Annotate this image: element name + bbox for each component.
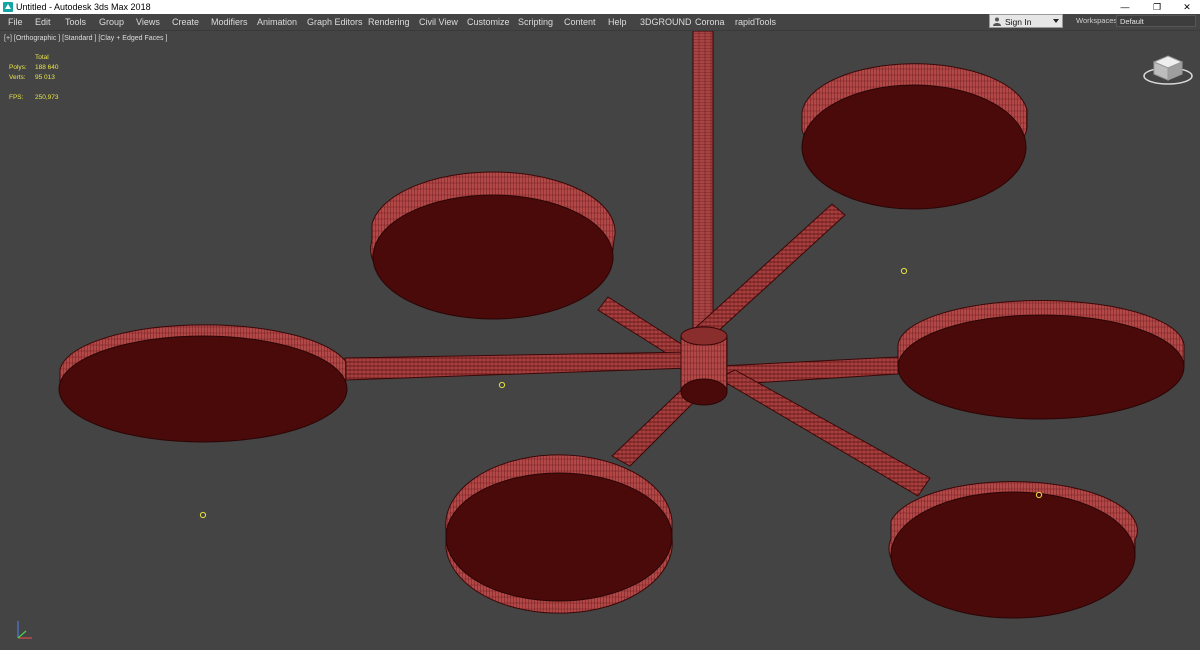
menu-file[interactable]: File bbox=[8, 16, 23, 28]
sign-in-dropdown[interactable]: Sign In bbox=[989, 14, 1063, 28]
menu-views[interactable]: Views bbox=[136, 16, 160, 28]
maximize-button[interactable]: ❐ bbox=[1142, 0, 1172, 14]
menu-tools[interactable]: Tools bbox=[65, 16, 86, 28]
viewport-label[interactable]: [+] [Orthographic ] [Standard ] [Clay + … bbox=[4, 34, 167, 43]
verts-value: 95 013 bbox=[35, 74, 55, 81]
fps-label: FPS: bbox=[9, 94, 24, 101]
user-icon bbox=[993, 17, 1001, 26]
workspaces-select[interactable]: Default bbox=[1116, 15, 1196, 27]
arm-top-right[interactable] bbox=[692, 203, 846, 344]
dish-right[interactable] bbox=[897, 300, 1185, 420]
menu-edit[interactable]: Edit bbox=[35, 16, 51, 28]
dish-bottom-right[interactable] bbox=[888, 481, 1138, 619]
arm-left[interactable] bbox=[344, 351, 691, 381]
workspaces-label: Workspaces: bbox=[1076, 16, 1120, 25]
menu-modifiers[interactable]: Modifiers bbox=[211, 16, 248, 28]
polys-value: 188 640 bbox=[35, 64, 59, 71]
window-title: Untitled - Autodesk 3ds Max 2018 bbox=[16, 2, 151, 12]
menu-rendering[interactable]: Rendering bbox=[368, 16, 410, 28]
menu-graph-editors[interactable]: Graph Editors bbox=[307, 16, 363, 28]
polys-label: Polys: bbox=[9, 64, 27, 71]
menu-content[interactable]: Content bbox=[564, 16, 596, 28]
dish-top-right[interactable] bbox=[801, 63, 1028, 210]
workspaces-value: Default bbox=[1120, 17, 1144, 26]
menu-animation[interactable]: Animation bbox=[257, 16, 297, 28]
hub[interactable] bbox=[680, 326, 728, 406]
verts-label: Verts: bbox=[9, 74, 26, 81]
axis-tripod-icon bbox=[17, 621, 32, 639]
arm-bottom-right[interactable] bbox=[716, 369, 931, 497]
menu-customize[interactable]: Customize bbox=[467, 16, 510, 28]
sign-in-label: Sign In bbox=[1005, 17, 1032, 27]
menu-help[interactable]: Help bbox=[608, 16, 627, 28]
menu-group[interactable]: Group bbox=[99, 16, 124, 28]
dish-top-left[interactable] bbox=[370, 171, 616, 320]
menu-create[interactable]: Create bbox=[172, 16, 199, 28]
central-rod[interactable] bbox=[692, 31, 714, 336]
3ds-max-logo-icon bbox=[3, 2, 13, 12]
close-button[interactable]: ✕ bbox=[1172, 0, 1200, 14]
menu-rapidtools[interactable]: rapidTools bbox=[735, 16, 776, 28]
menu-scripting[interactable]: Scripting bbox=[518, 16, 553, 28]
minimize-button[interactable]: — bbox=[1110, 0, 1140, 14]
fps-value: 250,973 bbox=[35, 94, 59, 101]
title-bar: Untitled - Autodesk 3ds Max 2018 — ❐ ✕ bbox=[0, 0, 1200, 14]
menu-corona[interactable]: Corona bbox=[695, 16, 725, 28]
perspective-viewport[interactable] bbox=[0, 31, 1200, 650]
light-helper[interactable] bbox=[199, 511, 207, 519]
light-helper[interactable] bbox=[498, 381, 506, 389]
menu-3dground[interactable]: 3DGROUND bbox=[640, 16, 692, 28]
dish-bottom-left[interactable] bbox=[445, 454, 673, 614]
viewcube-icon[interactable] bbox=[1142, 52, 1194, 86]
light-helper[interactable] bbox=[900, 267, 908, 275]
stats-header: Total bbox=[35, 54, 49, 61]
chandelier-model[interactable] bbox=[0, 31, 1200, 650]
dish-left[interactable] bbox=[58, 324, 348, 443]
chevron-down-icon bbox=[1053, 19, 1059, 23]
menu-civil-view[interactable]: Civil View bbox=[419, 16, 458, 28]
